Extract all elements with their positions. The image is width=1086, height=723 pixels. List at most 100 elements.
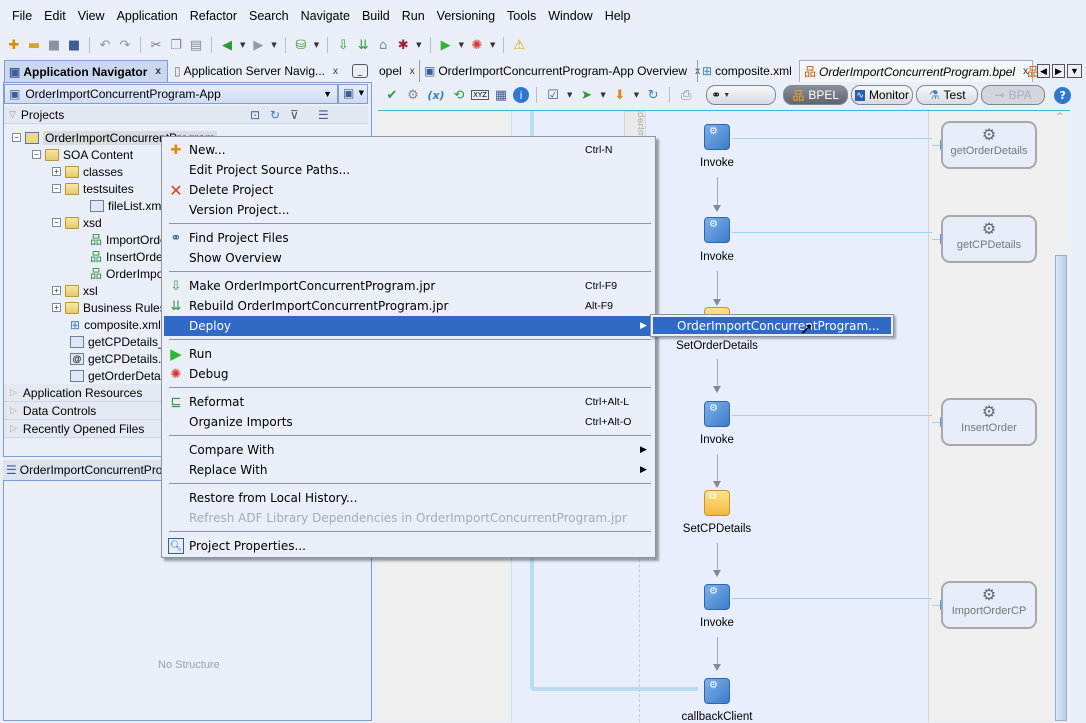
menu-item-delete-project[interactable]: ✕ Delete Project — [164, 180, 653, 200]
profile-dropdown[interactable]: ▼ — [416, 41, 421, 49]
menu-item-restore-local-history[interactable]: Restore from Local History... — [164, 488, 653, 508]
sensors-dropdown[interactable]: ▼ — [600, 91, 605, 99]
undo-icon[interactable]: ↶ — [96, 36, 114, 54]
collapse-icon[interactable]: − — [52, 218, 61, 227]
tab-composite[interactable]: ⊞composite.xmlx — [697, 60, 809, 82]
close-icon[interactable]: x — [333, 66, 338, 77]
paste-icon[interactable]: ▤ — [187, 36, 205, 54]
menu-edit[interactable]: Edit — [38, 9, 72, 23]
tree-item-xsd[interactable]: − xsd — [52, 214, 102, 231]
correlation-icon[interactable]: ⟲ — [450, 86, 468, 104]
redo-icon[interactable]: ↷ — [116, 36, 134, 54]
schema-icon[interactable]: ▦ — [492, 86, 510, 104]
menu-item-show-overview[interactable]: Show Overview — [164, 248, 653, 268]
warning-icon[interactable]: ⚠ — [510, 36, 528, 54]
menu-application[interactable]: Application — [111, 9, 184, 23]
tab-bpel-active[interactable]: 品 OrderImportConcurrentProgram.bpel x — [799, 60, 1034, 82]
save-icon[interactable]: ■ — [45, 36, 63, 54]
tree-item-testsuites[interactable]: − testsuites — [52, 180, 134, 197]
tab-list-dropdown[interactable]: ▼ — [1067, 64, 1082, 78]
menu-item-make[interactable]: ⇩ Make OrderImportConcurrentProgram.jpr Ct… — [164, 276, 653, 296]
expand-icon[interactable]: + — [52, 303, 61, 312]
partner-link-service[interactable]: ⚙ getOrderDetails — [941, 121, 1037, 169]
menu-item-run[interactable]: ▶ Run — [164, 344, 653, 364]
find-dropdown[interactable]: ▼ — [723, 92, 730, 99]
tree-item-composite[interactable]: ⊞ composite.xml — [70, 316, 161, 333]
vertical-scrollbar[interactable] — [1055, 255, 1067, 721]
filter-icon[interactable]: ⊽ — [290, 108, 299, 122]
forward-dropdown[interactable]: ▼ — [271, 41, 276, 49]
run-dropdown[interactable]: ▼ — [459, 41, 464, 49]
open-icon[interactable]: ▬ — [25, 36, 43, 54]
tab-bpel-partial[interactable]: opel x — [375, 60, 419, 82]
menu-file[interactable]: File — [6, 9, 38, 23]
invoke-activity[interactable]: ⚙ — [704, 584, 730, 610]
menu-tools[interactable]: Tools — [501, 9, 542, 23]
minimize-button[interactable]: _ — [352, 64, 368, 78]
menu-build[interactable]: Build — [356, 9, 396, 23]
submenu-item-deploy-profile[interactable]: OrderImportConcurrentProgram... — [653, 317, 891, 334]
checklist-dropdown[interactable]: ▼ — [567, 91, 572, 99]
checklist-icon[interactable]: ☑ — [544, 86, 562, 104]
make-icon[interactable]: ⇩ — [334, 36, 352, 54]
partner-link-service[interactable]: ⚙ getCPDetails — [941, 215, 1037, 263]
back-dropdown[interactable]: ▼ — [240, 41, 245, 49]
sql-dropdown[interactable]: ▼ — [314, 41, 319, 49]
tab-application-navigator[interactable]: ▣ Application Navigator x — [4, 60, 168, 82]
menu-help[interactable]: Help — [599, 9, 637, 23]
tab-application-server-navigator[interactable]: ▯ Application Server Navig... x — [170, 60, 350, 82]
menu-window[interactable]: Window — [542, 9, 598, 23]
close-icon[interactable]: x — [410, 66, 415, 77]
tree-item-soa-content[interactable]: − SOA Content — [32, 146, 133, 163]
back-icon[interactable]: ◀ — [218, 36, 236, 54]
tree-item-schema[interactable]: 品 OrderImpo — [90, 265, 163, 282]
debug-dropdown[interactable]: ▼ — [490, 41, 495, 49]
assign-activity[interactable]: ⧉ — [704, 490, 730, 516]
callback-activity[interactable]: ⚙ — [704, 678, 730, 704]
invoke-activity[interactable]: ⚙ — [704, 124, 730, 150]
project-properties-icon[interactable]: ⊡ — [250, 108, 260, 122]
rebuild-icon[interactable]: ⇊ — [354, 36, 372, 54]
menu-item-reformat[interactable]: ⊑ Reformat Ctrl+Alt-L — [164, 392, 653, 412]
menu-item-deploy[interactable]: Deploy ▶ — [164, 316, 653, 336]
menu-item-debug[interactable]: ✺ Debug — [164, 364, 653, 384]
tree-item-schema[interactable]: 品 InsertOrde — [90, 248, 163, 265]
help-icon[interactable]: ? — [1054, 86, 1072, 104]
settings-icon[interactable]: ⚙ — [404, 86, 422, 104]
find-field[interactable]: ⚭ ▼ — [706, 85, 777, 105]
sql-worksheet-icon[interactable]: ⛁ — [292, 36, 310, 54]
copy-icon[interactable]: ❐ — [167, 36, 185, 54]
scroll-tabs-right-button[interactable]: ▶ — [1052, 64, 1065, 78]
invoke-activity[interactable]: ⚙ — [704, 401, 730, 427]
application-selector[interactable]: ▣ OrderImportConcurrentProgram-App ▼ — [4, 84, 338, 104]
menu-item-organize-imports[interactable]: Organize Imports Ctrl+Alt-O — [164, 412, 653, 432]
menu-item-project-properties[interactable]: 🔍︎ Project Properties... — [164, 536, 653, 556]
tree-item-file[interactable]: getCPDetails_f — [70, 333, 168, 350]
debug-icon[interactable]: ✺ — [468, 36, 486, 54]
options-icon[interactable]: ☰ — [318, 108, 329, 122]
bpel-mode-button[interactable]: 品 BPEL — [783, 85, 849, 105]
application-menu-button[interactable]: ▣ ▼ — [338, 84, 368, 104]
menu-navigate[interactable]: Navigate — [295, 9, 356, 23]
scroll-up-icon[interactable]: ^ — [1056, 112, 1064, 122]
info-icon[interactable]: i — [513, 87, 529, 103]
tree-item-schema[interactable]: 品 ImportOrde — [90, 231, 167, 248]
expand-icon[interactable]: + — [52, 286, 61, 295]
test-mode-button[interactable]: ⚗ Test — [916, 85, 979, 105]
close-icon[interactable]: x — [155, 66, 161, 77]
tree-item-filelist[interactable]: fileList.xml — [90, 197, 164, 214]
menu-search[interactable]: Search — [243, 9, 295, 23]
monitor-mode-button[interactable]: ∿ Monitor — [851, 85, 914, 105]
sensors-icon[interactable]: ➤ — [577, 86, 595, 104]
forward-icon[interactable]: ▶ — [249, 36, 267, 54]
print-icon[interactable]: ⎙ — [677, 86, 695, 104]
profile-icon[interactable]: ✱ — [394, 36, 412, 54]
menu-item-new[interactable]: ✚ New... Ctrl-N — [164, 140, 653, 160]
refresh-icon[interactable]: ↻ — [270, 108, 280, 122]
scroll-tabs-left-button[interactable]: ◀ — [1037, 64, 1050, 78]
menu-versioning[interactable]: Versioning — [431, 9, 501, 23]
cut-icon[interactable]: ✂ — [147, 36, 165, 54]
projects-header[interactable]: ▽ Projects ⊡ ↻ ⊽ ☰ — [4, 106, 368, 124]
tab-app-overview[interactable]: ▣ OrderImportConcurrentProgram-App Overvi… — [419, 60, 704, 82]
variables-icon[interactable]: (x) — [425, 86, 447, 104]
